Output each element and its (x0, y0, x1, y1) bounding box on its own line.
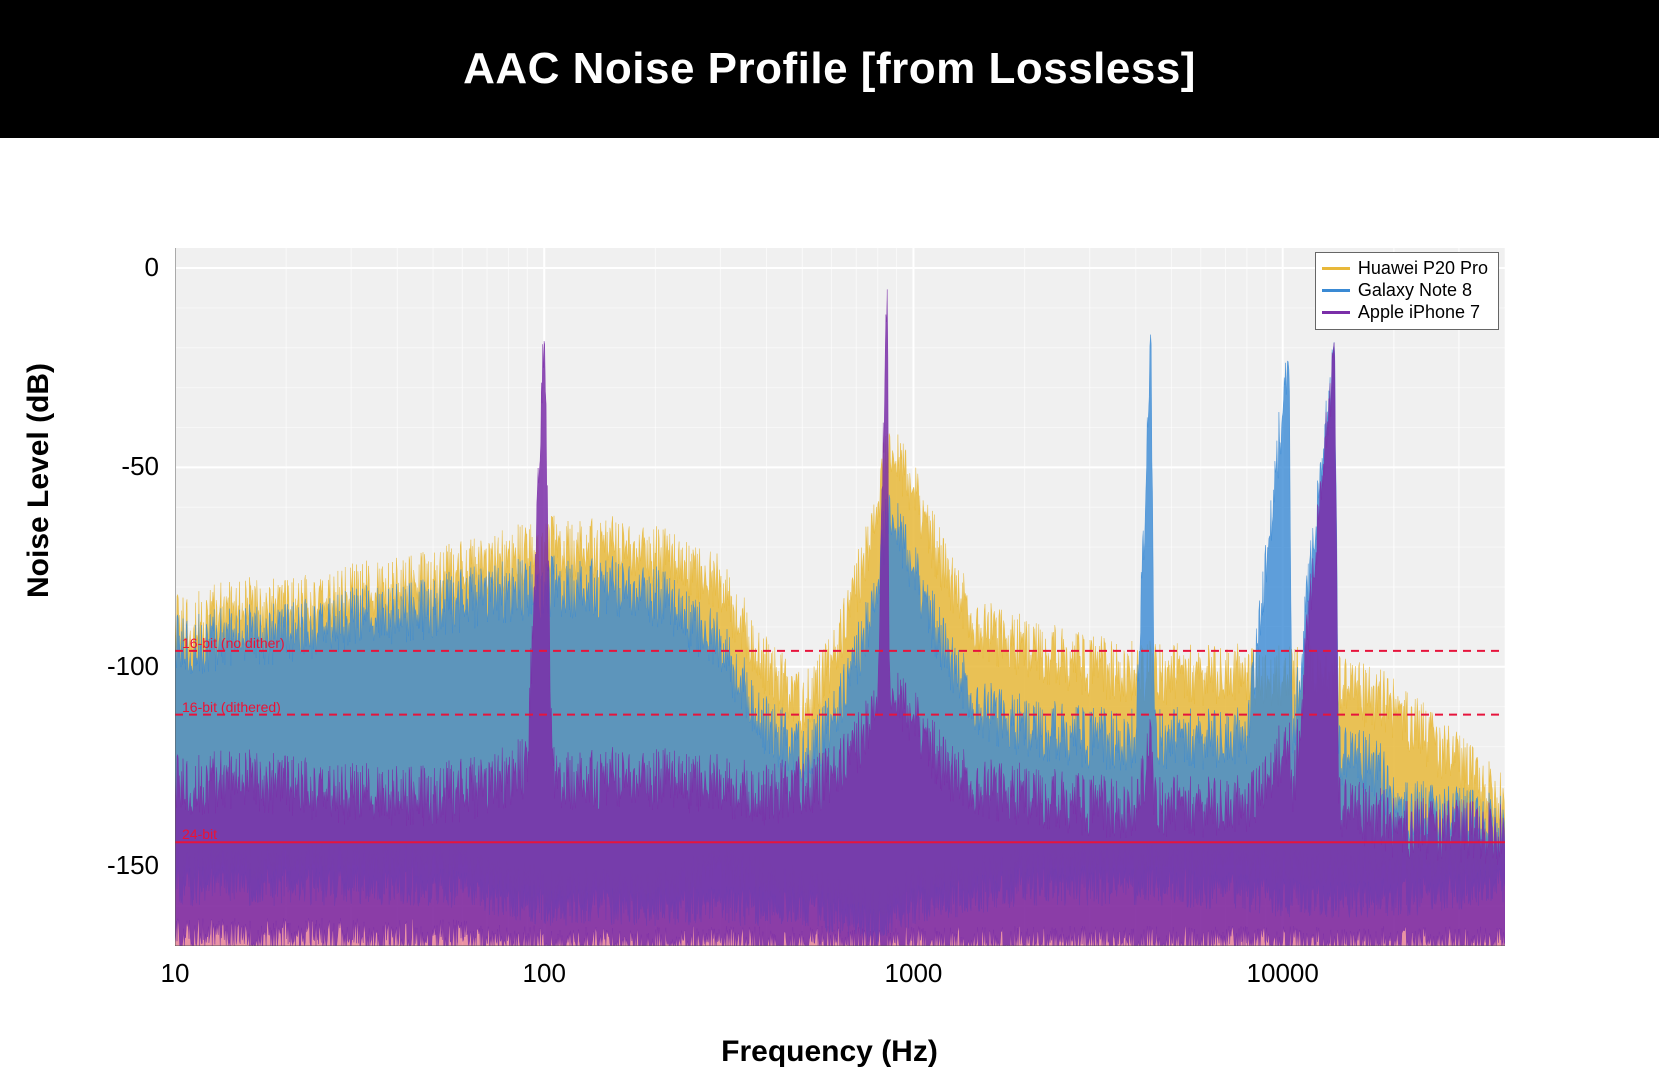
legend-item: Galaxy Note 8 (1322, 279, 1488, 301)
x-tick: 10 (161, 958, 190, 989)
x-tick: 10000 (1247, 958, 1319, 989)
y-tick: -50 (79, 451, 159, 482)
x-tick: 1000 (885, 958, 943, 989)
legend-label: Huawei P20 Pro (1358, 257, 1488, 279)
legend-label: Apple iPhone 7 (1358, 301, 1480, 323)
title-bar: AAC Noise Profile [from Lossless] (0, 0, 1659, 138)
legend-item: Apple iPhone 7 (1322, 301, 1488, 323)
legend-swatch (1322, 267, 1350, 270)
y-axis-label: Noise Level (dB) (22, 363, 56, 598)
reference-line-label: 24-bit (182, 826, 217, 842)
legend: Huawei P20 ProGalaxy Note 8Apple iPhone … (1315, 252, 1499, 330)
reference-line-label: 16-bit (no dither) (182, 635, 285, 651)
figure-root: AAC Noise Profile [from Lossless] Noise … (0, 0, 1659, 1089)
y-tick: 0 (79, 252, 159, 283)
y-tick: -100 (79, 651, 159, 682)
y-tick: -150 (79, 850, 159, 881)
chart-title: AAC Noise Profile [from Lossless] (463, 44, 1196, 94)
legend-swatch (1322, 311, 1350, 314)
reference-line-label: 16-bit (dithered) (182, 699, 281, 715)
legend-item: Huawei P20 Pro (1322, 257, 1488, 279)
legend-label: Galaxy Note 8 (1358, 279, 1472, 301)
x-axis-label: Frequency (Hz) (0, 1035, 1659, 1069)
plot-svg (175, 248, 1505, 946)
plot-area (175, 248, 1505, 946)
x-tick: 100 (523, 958, 566, 989)
legend-swatch (1322, 289, 1350, 292)
